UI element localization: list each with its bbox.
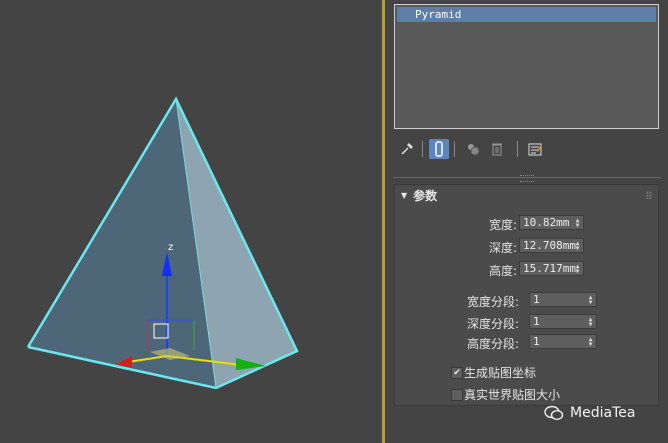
depth-segs-spinner[interactable]: 1 ▲ ▼ <box>529 314 597 329</box>
watermark-text: MediaTea <box>570 405 636 421</box>
rollout-drag-handle[interactable] <box>646 191 652 199</box>
width-segs-label: 宽度分段: <box>466 295 519 309</box>
watermark: MediaTea <box>544 405 635 421</box>
height-segs-spinner[interactable]: 1 ▲ ▼ <box>529 334 597 349</box>
rollout-title: 参数 <box>413 189 438 203</box>
modifier-stack-toolbar <box>393 137 663 161</box>
width-label: 宽度: <box>488 218 517 232</box>
parameters-rollout: ▼ 参数 宽度: 10.82mm ▲ ▼ 深度: 12.708mm ▲ ▼ 高度: 1… <box>394 184 659 406</box>
depth-segs-value: 1 <box>533 315 540 328</box>
wechat-icon <box>544 405 564 421</box>
real-world-label: 真实世界贴图大小 <box>464 388 561 402</box>
collapse-arrow-icon[interactable]: ▼ <box>401 191 407 200</box>
real-world-checkbox[interactable] <box>451 389 463 401</box>
perspective-viewport[interactable]: z <box>0 0 382 443</box>
configure-sets-icon[interactable] <box>525 139 545 159</box>
height-spinner[interactable]: 15.717mm ▲ ▼ <box>519 261 584 276</box>
modifier-stack-item[interactable]: Pyramid <box>397 7 656 22</box>
height-segs-label: 高度分段: <box>466 337 519 351</box>
spinner-arrows-icon[interactable]: ▲ ▼ <box>587 335 594 348</box>
spinner-arrows-icon[interactable]: ▲ ▼ <box>574 216 581 229</box>
height-label: 高度: <box>488 264 517 278</box>
depth-spinner[interactable]: 12.708mm ▲ ▼ <box>519 238 584 253</box>
make-unique-icon[interactable] <box>463 139 483 159</box>
gen-mapping-label: 生成贴图坐标 <box>464 366 537 380</box>
toolbar-separator <box>454 141 455 157</box>
command-panel: Pyramid ▼ 参数 宽度: 10.82mm ▲ ▼ 深度: 12.708m… <box>385 0 668 443</box>
toolbar-separator <box>422 141 423 157</box>
height-value: 15.717mm <box>523 262 576 275</box>
modifier-stack-list[interactable]: Pyramid <box>394 4 659 129</box>
z-axis-label: z <box>168 242 173 253</box>
width-spinner[interactable]: 10.82mm ▲ ▼ <box>519 215 584 230</box>
spinner-arrows-icon[interactable]: ▲ ▼ <box>574 262 581 275</box>
depth-value: 12.708mm <box>523 239 576 252</box>
pyramid-scene[interactable]: z <box>0 0 382 443</box>
remove-modifier-icon[interactable] <box>487 139 507 159</box>
width-value: 10.82mm <box>523 216 570 229</box>
height-segs-value: 1 <box>533 335 540 348</box>
spinner-arrows-icon[interactable]: ▲ ▼ <box>587 315 594 328</box>
panel-resize-grip[interactable] <box>520 175 534 182</box>
width-segs-value: 1 <box>533 293 540 306</box>
show-end-result-icon[interactable] <box>429 139 449 159</box>
gen-mapping-checkbox[interactable]: ✔ <box>451 367 463 379</box>
depth-segs-label: 深度分段: <box>466 317 519 331</box>
rollout-header[interactable]: ▼ 参数 <box>401 187 437 204</box>
spinner-arrows-icon[interactable]: ▲ ▼ <box>574 239 581 252</box>
pin-stack-icon[interactable] <box>397 139 417 159</box>
depth-label: 深度: <box>488 241 517 255</box>
width-segs-spinner[interactable]: 1 ▲ ▼ <box>529 292 597 307</box>
spinner-arrows-icon[interactable]: ▲ ▼ <box>587 293 594 306</box>
toolbar-separator <box>517 141 518 157</box>
